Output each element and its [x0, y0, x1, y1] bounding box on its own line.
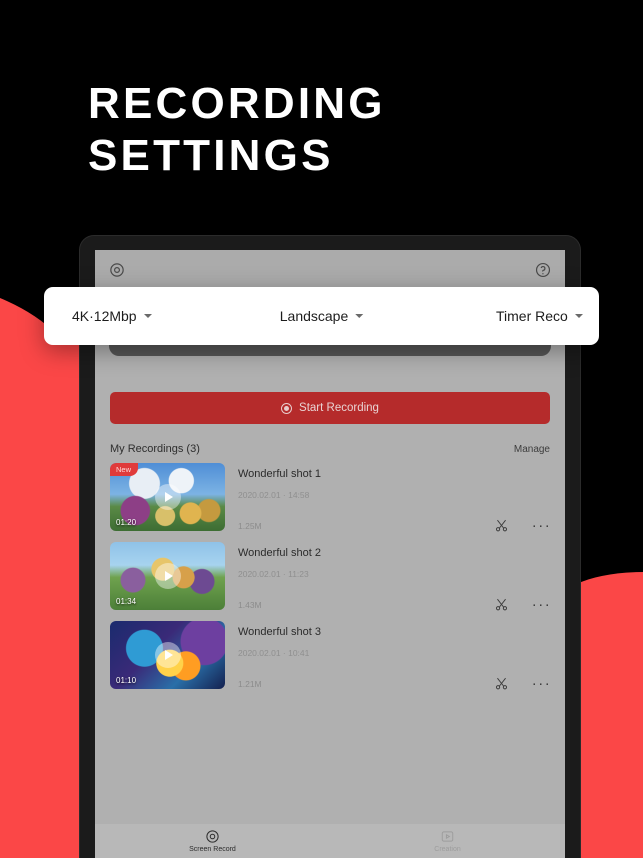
- table-row[interactable]: 01:34 Wonderful shot 2 2020.02.01 · 11:2…: [110, 542, 550, 621]
- start-recording-label: Start Recording: [299, 402, 379, 414]
- duration-label: 01:20: [116, 518, 137, 527]
- my-recordings-title: My Recordings (3): [110, 443, 200, 455]
- timer-dropdown[interactable]: Timer Reco: [496, 308, 583, 324]
- row-actions: ···: [493, 517, 550, 534]
- poster-stage: RECORDING SETTINGS Start Recording My Re…: [0, 0, 643, 858]
- scissors-icon[interactable]: [493, 517, 510, 534]
- recording-thumbnail[interactable]: New 01:20: [110, 463, 225, 531]
- start-recording-button[interactable]: Start Recording: [110, 392, 550, 424]
- video-box-icon: [440, 829, 455, 844]
- play-icon[interactable]: [154, 484, 181, 510]
- app-main-body: Start Recording My Recordings (3) Manage…: [95, 368, 565, 824]
- record-dot-icon: [281, 402, 293, 414]
- recording-meta: Wonderful shot 3 2020.02.01 · 10:41 1.21…: [225, 621, 550, 692]
- quality-dropdown[interactable]: 4K·12Mbp: [72, 308, 152, 324]
- orientation-dropdown-label: Landscape: [279, 308, 349, 324]
- recordings-list-header: My Recordings (3) Manage: [110, 443, 550, 455]
- row-actions: ···: [493, 675, 550, 692]
- page-title-line-2: SETTINGS: [88, 131, 334, 180]
- tab-creation[interactable]: Creation: [330, 824, 565, 858]
- duration-label: 01:34: [116, 597, 137, 606]
- orientation-dropdown[interactable]: Landscape: [280, 308, 364, 324]
- table-row[interactable]: 01:10 Wonderful shot 3 2020.02.01 · 10:4…: [110, 621, 550, 700]
- page-title-line-1: RECORDING: [88, 79, 386, 128]
- recording-date: 2020.02.01 · 10:41: [238, 648, 310, 658]
- recording-size: 1.43M: [238, 600, 262, 610]
- recording-date: 2020.02.01 · 11:23: [238, 569, 309, 579]
- quality-dropdown-label: 4K·12Mbp: [72, 308, 137, 324]
- scissors-icon[interactable]: [493, 675, 510, 692]
- tab-screen-record[interactable]: Screen Record: [95, 824, 330, 858]
- recording-thumbnail[interactable]: 01:10: [110, 621, 225, 689]
- recording-title: Wonderful shot 3: [238, 626, 321, 638]
- new-badge: New: [110, 463, 139, 476]
- chevron-down-icon: [355, 314, 364, 318]
- help-circle-icon[interactable]: [534, 261, 552, 279]
- recording-title: Wonderful shot 2: [238, 547, 321, 559]
- scissors-icon[interactable]: [493, 596, 510, 613]
- duration-label: 01:10: [116, 676, 137, 685]
- play-icon[interactable]: [154, 563, 181, 589]
- tab-screen-record-label: Screen Record: [189, 846, 236, 853]
- record-circle-icon: [205, 829, 220, 844]
- play-icon[interactable]: [154, 642, 181, 668]
- gear-icon[interactable]: [108, 261, 126, 279]
- page-title: RECORDING SETTINGS: [88, 78, 386, 182]
- ellipsis-icon[interactable]: ···: [532, 596, 550, 613]
- app-topbar: [95, 250, 565, 290]
- timer-dropdown-label: Timer Reco: [496, 308, 568, 324]
- tab-creation-label: Creation: [434, 846, 461, 853]
- chevron-down-icon: [143, 314, 152, 318]
- recording-thumbnail[interactable]: 01:34: [110, 542, 225, 610]
- recording-title: Wonderful shot 1: [238, 468, 321, 480]
- chevron-down-icon: [574, 314, 583, 318]
- recording-size: 1.21M: [238, 679, 262, 689]
- settings-overlay-card: 4K·12Mbp Landscape Timer Reco: [44, 287, 599, 345]
- ellipsis-icon[interactable]: ···: [532, 517, 550, 534]
- recording-meta: Wonderful shot 1 2020.02.01 · 14:58 1.25…: [225, 463, 550, 534]
- ellipsis-icon[interactable]: ···: [532, 675, 550, 692]
- row-actions: ···: [493, 596, 550, 613]
- table-row[interactable]: New 01:20 Wonderful shot 1 2020.02.01 · …: [110, 463, 550, 542]
- bottom-tabbar: Screen Record Creation: [95, 824, 565, 858]
- recording-meta: Wonderful shot 2 2020.02.01 · 11:23 1.43…: [225, 542, 550, 613]
- manage-link[interactable]: Manage: [514, 444, 550, 455]
- recording-size: 1.25M: [238, 521, 262, 531]
- recordings-list: New 01:20 Wonderful shot 1 2020.02.01 · …: [110, 463, 550, 700]
- recording-date: 2020.02.01 · 14:58: [238, 490, 310, 500]
- red-blob-left-fill: [0, 330, 79, 858]
